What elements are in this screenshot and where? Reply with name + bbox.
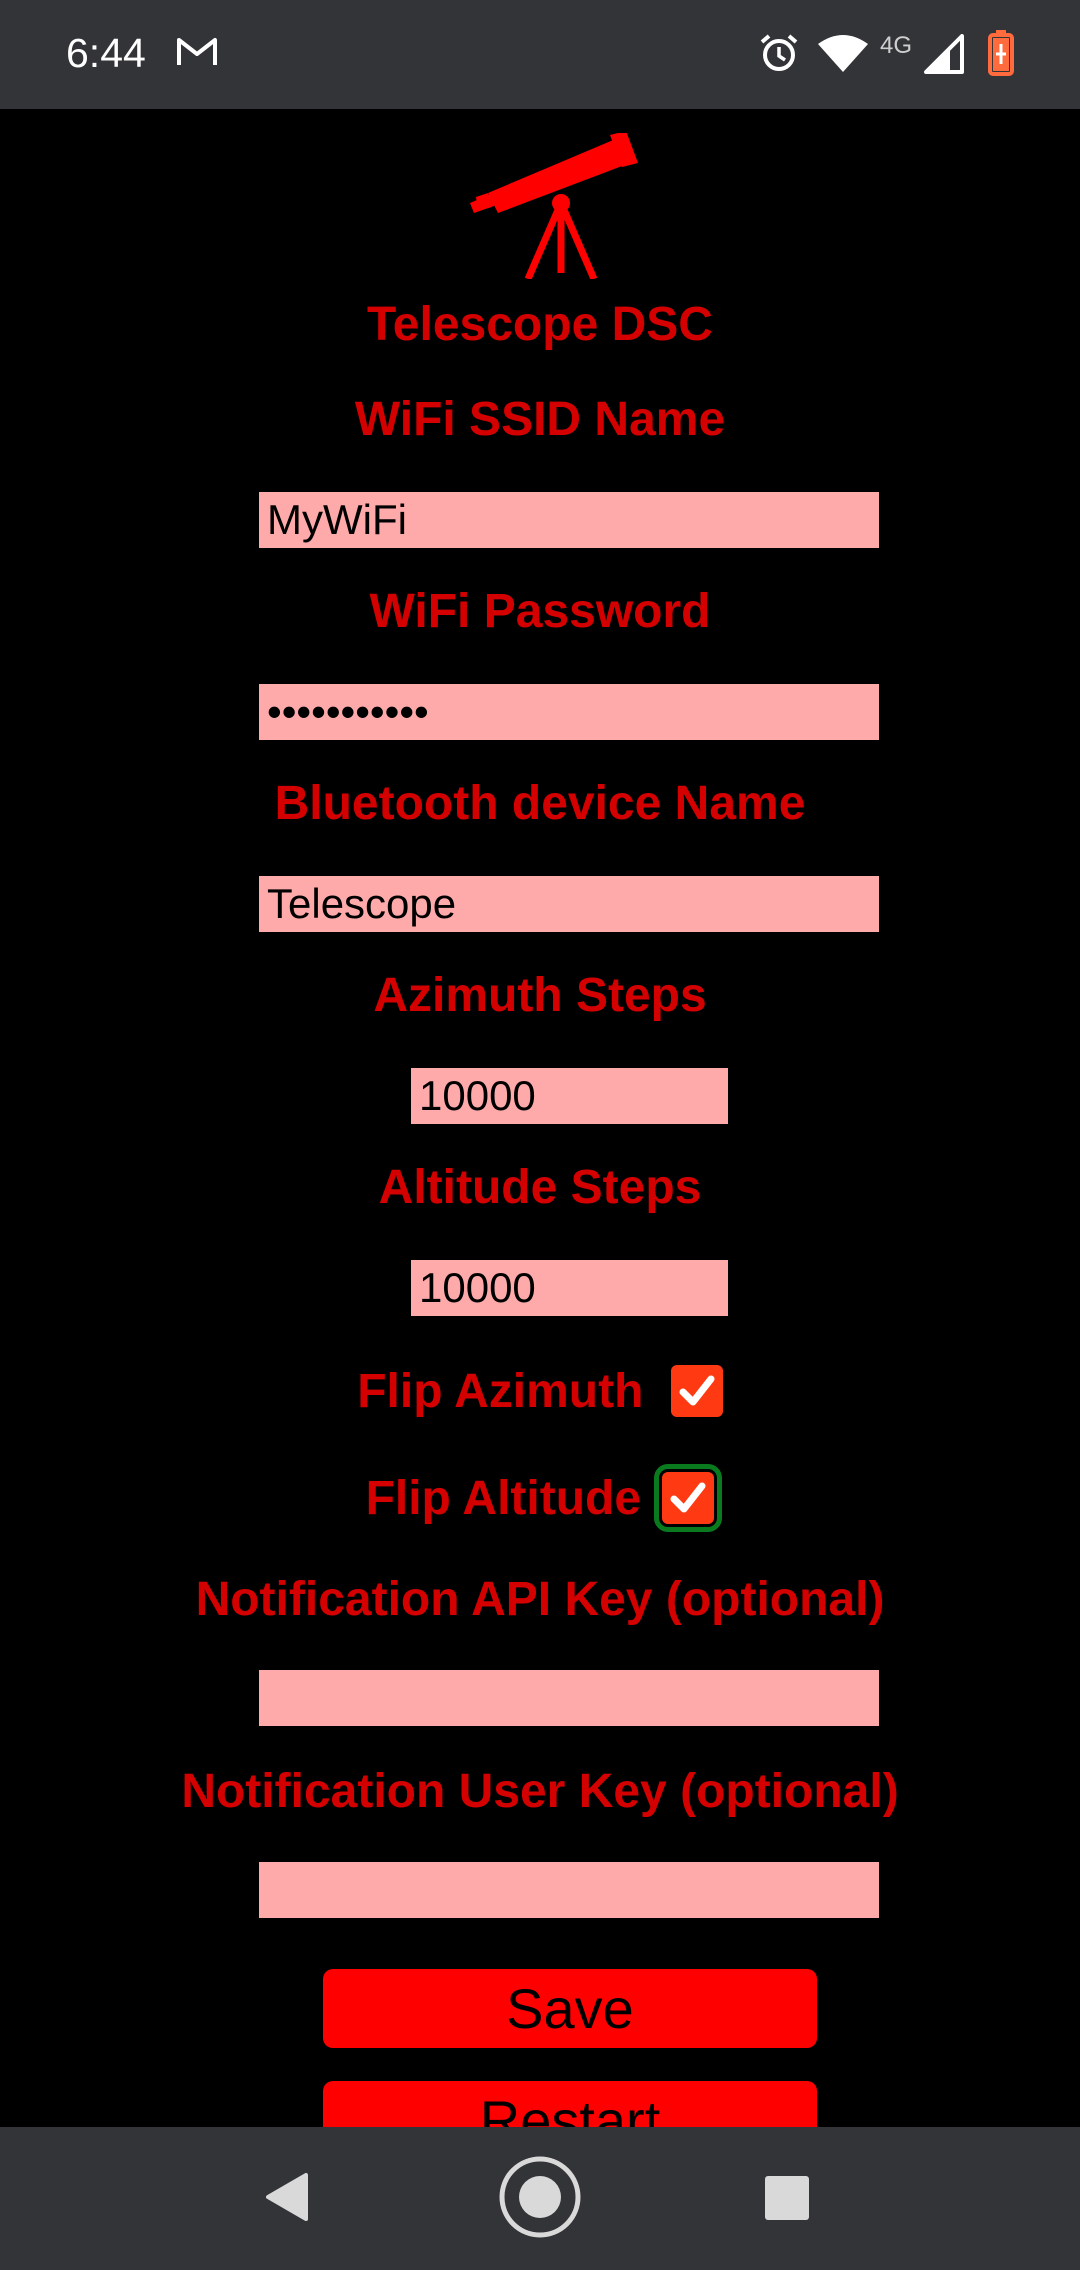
notification-user-key-label: Notification User Key (optional) [181,1765,899,1818]
settings-page: Telescope DSC WiFi SSID Name WiFi Passwo… [0,109,1080,2127]
azimuth-steps-label: Azimuth Steps [373,969,707,1022]
network-type-label: 4G [880,32,913,59]
save-button[interactable]: Save [323,1969,817,2048]
flip-altitude-row: Flip Altitude [0,1464,1080,1533]
status-time: 6:44 [66,30,146,76]
notification-api-key-label: Notification API Key (optional) [195,1573,885,1626]
page-title: Telescope DSC [367,298,713,351]
wifi-password-input[interactable] [259,684,879,740]
navigation-bar [0,2127,1080,2270]
flip-altitude-label: Flip Altitude [365,1471,642,1525]
wifi-ssid-input[interactable] [259,492,879,548]
flip-azimuth-checkbox[interactable] [670,1365,723,1418]
wifi-password-label: WiFi Password [369,585,711,638]
flip-azimuth-row: Flip Azimuth [0,1361,1080,1419]
telescope-icon [468,131,638,284]
battery-charging-icon [988,30,1014,81]
bluetooth-name-label: Bluetooth device Name [274,777,806,830]
restart-button[interactable]: Restart [323,2081,817,2127]
notification-user-key-input[interactable] [259,1862,879,1918]
altitude-steps-input[interactable] [411,1260,728,1316]
status-bar: 6:44 4G [0,0,1080,109]
flip-altitude-checkbox[interactable] [654,1464,723,1533]
bluetooth-name-input[interactable] [259,876,879,932]
home-icon[interactable] [498,2155,582,2244]
notification-api-key-input[interactable] [259,1670,879,1726]
cell-signal-icon [924,34,964,79]
wifi-ssid-label: WiFi SSID Name [354,393,726,446]
azimuth-steps-input[interactable] [411,1068,728,1124]
alarm-icon [758,32,800,79]
flip-azimuth-label: Flip Azimuth [357,1364,644,1418]
altitude-steps-label: Altitude Steps [378,1161,702,1214]
back-icon[interactable] [262,2171,310,2228]
checkmark-icon [670,1482,706,1513]
recents-icon[interactable] [764,2175,810,2226]
wifi-icon [818,34,868,79]
gmail-icon [176,36,218,73]
checkmark-icon [679,1375,715,1406]
